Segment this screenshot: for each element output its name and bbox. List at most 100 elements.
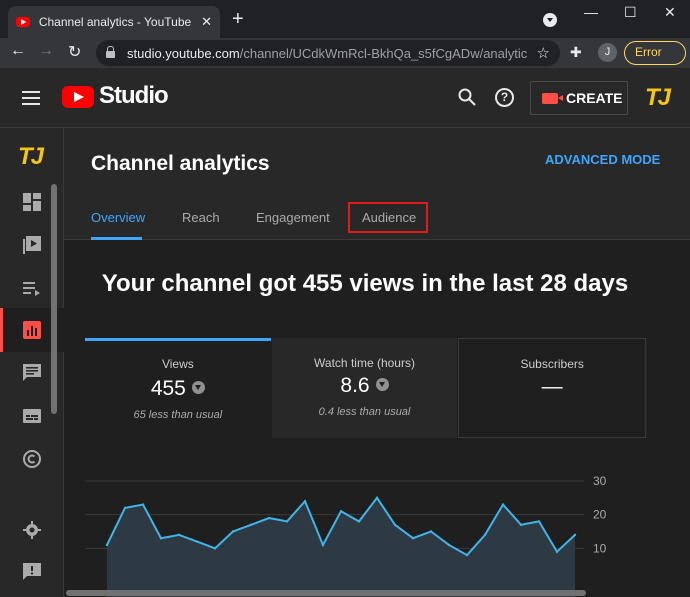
menu-icon[interactable]	[22, 91, 40, 105]
chart-point[interactable]	[429, 530, 433, 533]
address-bar[interactable]: studio.youtube.com/channel/UCdkWmRcl-Bkh…	[96, 40, 560, 66]
maximize-button[interactable]: ☐	[624, 4, 637, 21]
playlists-icon	[23, 282, 40, 296]
horizontal-scrollbar[interactable]	[66, 590, 586, 596]
chart-point[interactable]	[411, 537, 415, 540]
advanced-mode-button[interactable]: ADVANCED MODE	[545, 152, 660, 167]
channel-avatar[interactable]: TJ	[18, 143, 44, 171]
metric-title: Views	[161, 357, 194, 371]
forward-button[interactable]: →	[38, 42, 54, 60]
chart-point[interactable]	[519, 523, 523, 526]
analytics-icon	[23, 321, 41, 339]
close-window-button[interactable]: ✕	[664, 4, 676, 21]
tab-engagement[interactable]: Engagement	[256, 210, 330, 225]
chart-point[interactable]	[393, 523, 397, 526]
chart-point[interactable]	[231, 530, 235, 533]
metric-value: 455	[85, 377, 271, 401]
back-button[interactable]: ←	[10, 42, 26, 60]
analytics-tabs: Overview Reach Engagement Audience	[64, 200, 690, 240]
metric-value-text: 8.6	[340, 374, 370, 397]
url-host: studio.youtube.com	[127, 45, 240, 61]
metric-comparison: 65 less than usual	[133, 409, 223, 421]
sidebar-item-copyright[interactable]	[0, 437, 64, 481]
youtube-logo-icon[interactable]	[62, 86, 94, 108]
tab-reach[interactable]: Reach	[182, 210, 220, 225]
studio-header: Studio ? CREATE TJ	[0, 68, 690, 128]
metric-title: Watch time (hours)	[314, 356, 415, 370]
browser-tab[interactable]: Channel analytics - YouTube Studio ✕	[8, 6, 220, 38]
chart-point[interactable]	[357, 520, 361, 523]
chart-point[interactable]	[447, 543, 451, 547]
url-text: studio.youtube.com/channel/UCdkWmRcl-Bkh…	[127, 46, 527, 61]
tab-search-icon[interactable]	[543, 13, 557, 27]
chart-y-tick-label: 20	[593, 508, 607, 522]
chart-point[interactable]	[123, 506, 127, 510]
metric-card-views[interactable]: Views 455 65 less than usual	[85, 338, 271, 438]
content-icon	[23, 236, 41, 254]
chart-point[interactable]	[105, 543, 109, 547]
overview-panel: Your channel got 455 views in the last 2…	[64, 240, 690, 597]
dashboard-icon	[23, 193, 41, 211]
refresh-button[interactable]: ↻	[68, 42, 81, 62]
chart-point[interactable]	[267, 516, 271, 520]
chart-point[interactable]	[321, 543, 325, 547]
down-arrow-icon	[375, 377, 389, 391]
browser-toolbar: ← → ↻ studio.youtube.com/channel/UCdkWmR…	[0, 38, 690, 68]
chart-point[interactable]	[303, 500, 307, 503]
chart-point[interactable]	[375, 496, 379, 500]
summary-headline: Your channel got 455 views in the last 2…	[101, 270, 629, 297]
create-camera-icon	[542, 92, 563, 104]
down-arrow-icon	[191, 380, 205, 394]
chart-point[interactable]	[573, 533, 577, 537]
studio-logo-text[interactable]: Studio	[99, 82, 169, 110]
sidebar-scrollbar[interactable]	[51, 184, 57, 414]
metric-card-subscribers[interactable]: Subscribers —	[458, 338, 647, 438]
chart-point[interactable]	[555, 550, 559, 553]
chart-point[interactable]	[249, 523, 253, 526]
tab-close-icon[interactable]: ✕	[201, 14, 212, 30]
chart-y-tick-label: 30	[593, 474, 607, 488]
chart-point[interactable]	[501, 503, 505, 506]
subtitles-icon	[23, 409, 41, 423]
create-button[interactable]: CREATE	[530, 81, 628, 115]
error-button[interactable]: Error	[624, 41, 686, 65]
feedback-icon	[23, 563, 41, 580]
metric-comparison: 0.4 less than usual	[318, 406, 411, 418]
browser-tab-bar: Channel analytics - YouTube Studio ✕ + —…	[0, 0, 690, 38]
account-avatar[interactable]: TJ	[645, 84, 671, 112]
views-line-chart[interactable]: 30 20 10	[64, 462, 690, 597]
chart-point[interactable]	[177, 533, 181, 537]
main-content: Channel analytics ADVANCED MODE Overview…	[64, 128, 690, 597]
page-title: Channel analytics	[91, 152, 270, 175]
lock-icon	[106, 46, 115, 58]
sidebar-item-feedback[interactable]	[0, 550, 64, 594]
extensions-icon[interactable]: ✚	[570, 44, 582, 61]
chart-point[interactable]	[483, 533, 487, 537]
profile-avatar[interactable]: J	[598, 43, 617, 62]
chart-point[interactable]	[141, 503, 145, 506]
left-sidebar: TJ	[0, 128, 64, 597]
metric-value-text: 455	[150, 377, 186, 400]
chart-point[interactable]	[537, 520, 541, 523]
chart-point[interactable]	[195, 540, 199, 543]
audience-tab-highlight	[348, 202, 428, 233]
chart-point[interactable]	[285, 520, 289, 523]
sidebar-item-settings[interactable]	[0, 508, 64, 552]
youtube-favicon-icon	[16, 17, 30, 27]
tab-overview[interactable]: Overview	[91, 210, 145, 225]
metric-value-text: —	[541, 375, 563, 398]
chart-point[interactable]	[213, 547, 217, 550]
url-path: /channel/UCdkWmRcl-BkhQa_s5fCgADw/analyt…	[239, 45, 527, 61]
chart-point[interactable]	[159, 537, 163, 540]
metric-value: 8.6	[272, 374, 458, 398]
metric-card-watch-time[interactable]: Watch time (hours) 8.6 0.4 less than usu…	[271, 338, 458, 438]
minimize-button[interactable]: —	[584, 4, 598, 20]
new-tab-button[interactable]: +	[232, 9, 244, 29]
chart-point[interactable]	[465, 553, 469, 557]
metric-cards: Views 455 65 less than usual Watch time …	[85, 338, 647, 438]
comments-icon	[23, 364, 41, 381]
search-icon[interactable]	[458, 88, 476, 106]
bookmark-star-icon[interactable]: ☆	[537, 44, 550, 62]
chart-point[interactable]	[339, 510, 343, 513]
help-icon[interactable]: ?	[495, 88, 514, 107]
